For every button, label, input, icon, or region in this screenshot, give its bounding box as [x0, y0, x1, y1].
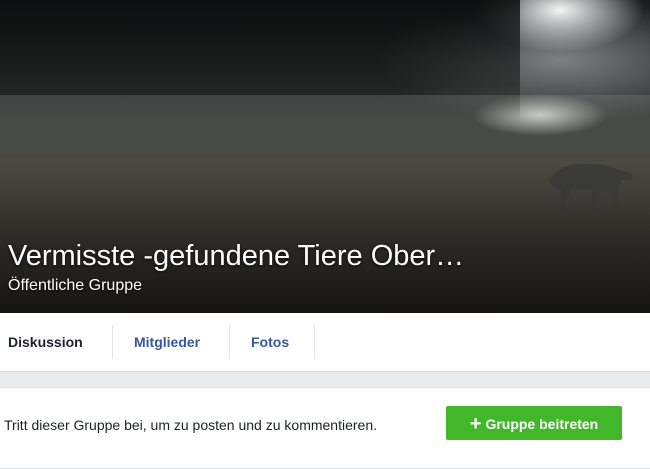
- join-group-button-label: Gruppe beitreten: [485, 416, 599, 432]
- tab-divider: [229, 325, 230, 359]
- tab-diskussion[interactable]: Diskussion: [8, 325, 83, 359]
- cover-photo[interactable]: Vermisste -gefundene Tiere Ober… Öffentl…: [0, 0, 650, 313]
- join-prompt-box: Tritt dieser Gruppe bei, um zu posten un…: [0, 387, 650, 469]
- tab-fotos[interactable]: Fotos: [251, 325, 289, 359]
- join-group-button[interactable]: + Gruppe beitreten: [446, 406, 622, 440]
- group-title[interactable]: Vermisste -gefundene Tiere Ober…: [8, 238, 464, 274]
- tab-mitglieder[interactable]: Mitglieder: [134, 325, 200, 359]
- plus-icon: +: [469, 413, 482, 435]
- group-privacy-label: Öffentliche Gruppe: [8, 277, 143, 294]
- join-prompt-text: Tritt dieser Gruppe bei, um zu posten un…: [4, 417, 377, 433]
- tab-divider: [314, 325, 315, 359]
- tab-divider: [112, 325, 113, 359]
- group-tab-bar: Diskussion Mitglieder Fotos: [0, 313, 650, 372]
